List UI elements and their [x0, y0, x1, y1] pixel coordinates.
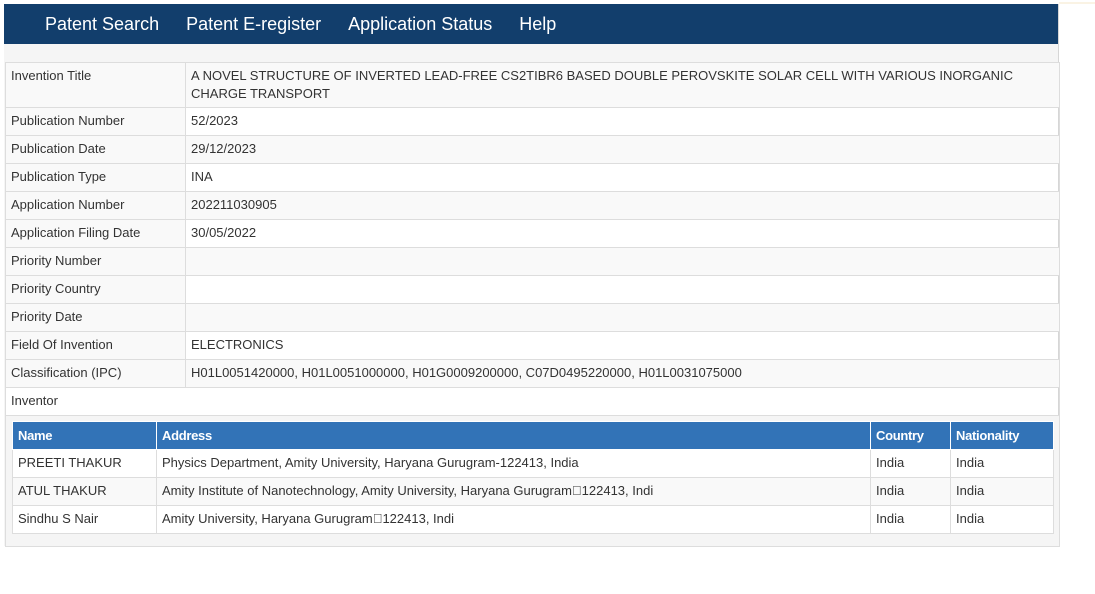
inventors-table: Name Address Country Nationality PREETI …	[12, 421, 1054, 534]
nav-patent-search[interactable]: Patent Search	[45, 14, 159, 35]
column-header-name: Name	[12, 421, 157, 450]
inventor-row: ATUL THAKUR Amity Institute of Nanotechn…	[12, 477, 1054, 506]
detail-row-invention-title: Invention Title A NOVEL STRUCTURE OF INV…	[5, 62, 1060, 108]
detail-label: Publication Type	[5, 163, 186, 192]
top-navigation-bar: Patent Search Patent E-register Applicat…	[4, 4, 1058, 44]
detail-row-inventor: Inventor	[5, 387, 1060, 416]
detail-row-field-of-invention: Field Of Invention ELECTRONICS	[5, 331, 1060, 360]
inventor-nationality: India	[950, 449, 1054, 478]
inventor-name: PREETI THAKUR	[12, 449, 157, 478]
nav-patent-e-register[interactable]: Patent E-register	[186, 14, 321, 35]
detail-row-application-number: Application Number 202211030905	[5, 191, 1060, 220]
detail-label: Priority Number	[5, 247, 186, 276]
inventor-name: ATUL THAKUR	[12, 477, 157, 506]
detail-row-classification-ipc: Classification (IPC) H01L0051420000, H01…	[5, 359, 1060, 388]
application-details-panel: Invention Title A NOVEL STRUCTURE OF INV…	[5, 62, 1060, 547]
inventor-address: Physics Department, Amity University, Ha…	[156, 449, 871, 478]
detail-value: H01L0051420000, H01L0051000000, H01G0009…	[185, 359, 1060, 388]
detail-label: Classification (IPC)	[5, 359, 186, 388]
detail-label: Publication Date	[5, 135, 186, 164]
detail-row-publication-date: Publication Date 29/12/2023	[5, 135, 1060, 164]
detail-value	[185, 303, 1060, 332]
inventor-name: Sindhu S Nair	[12, 505, 157, 534]
inventor-section-label: Inventor	[5, 387, 1060, 416]
application-details-table: Invention Title A NOVEL STRUCTURE OF INV…	[5, 62, 1060, 547]
detail-value: 30/05/2022	[185, 219, 1060, 248]
column-header-nationality: Nationality	[950, 421, 1054, 450]
corner-accent	[1059, 2, 1095, 4]
inventor-address: Amity Institute of Nanotechnology, Amity…	[156, 477, 871, 506]
detail-value: INA	[185, 163, 1060, 192]
column-header-address: Address	[156, 421, 871, 450]
detail-value: 52/2023	[185, 107, 1060, 136]
detail-label: Invention Title	[5, 62, 186, 108]
inventor-country: India	[870, 505, 951, 534]
inventor-table-container: Name Address Country Nationality PREETI …	[5, 415, 1060, 547]
detail-row-application-filing-date: Application Filing Date 30/05/2022	[5, 219, 1060, 248]
detail-value: 29/12/2023	[185, 135, 1060, 164]
detail-value: ELECTRONICS	[185, 331, 1060, 360]
inventors-table-header: Name Address Country Nationality	[12, 421, 1054, 450]
detail-value: A NOVEL STRUCTURE OF INVERTED LEAD-FREE …	[185, 62, 1060, 108]
inventor-row: PREETI THAKUR Physics Department, Amity …	[12, 449, 1054, 478]
detail-row-priority-country: Priority Country	[5, 275, 1060, 304]
detail-row-priority-date: Priority Date	[5, 303, 1060, 332]
inventor-country: India	[870, 449, 951, 478]
inventor-nationality: India	[950, 477, 1054, 506]
detail-row-publication-type: Publication Type INA	[5, 163, 1060, 192]
detail-label: Priority Country	[5, 275, 186, 304]
inventor-row: Sindhu S Nair Amity University, Haryana …	[12, 505, 1054, 534]
detail-value	[185, 275, 1060, 304]
inventor-table-row: Name Address Country Nationality PREETI …	[5, 415, 1060, 547]
detail-value: 202211030905	[185, 191, 1060, 220]
detail-label: Field Of Invention	[5, 331, 186, 360]
inventor-country: India	[870, 477, 951, 506]
detail-row-publication-number: Publication Number 52/2023	[5, 107, 1060, 136]
nav-application-status[interactable]: Application Status	[348, 14, 492, 35]
detail-label: Publication Number	[5, 107, 186, 136]
inventor-address: Amity University, Haryana Gurugram 12241…	[156, 505, 871, 534]
detail-label: Application Number	[5, 191, 186, 220]
nav-help[interactable]: Help	[519, 14, 556, 35]
detail-label: Priority Date	[5, 303, 186, 332]
page-frame: Patent Search Patent E-register Applicat…	[4, 4, 1060, 547]
inventor-nationality: India	[950, 505, 1054, 534]
detail-row-priority-number: Priority Number	[5, 247, 1060, 276]
column-header-country: Country	[870, 421, 951, 450]
detail-label: Application Filing Date	[5, 219, 186, 248]
detail-value	[185, 247, 1060, 276]
